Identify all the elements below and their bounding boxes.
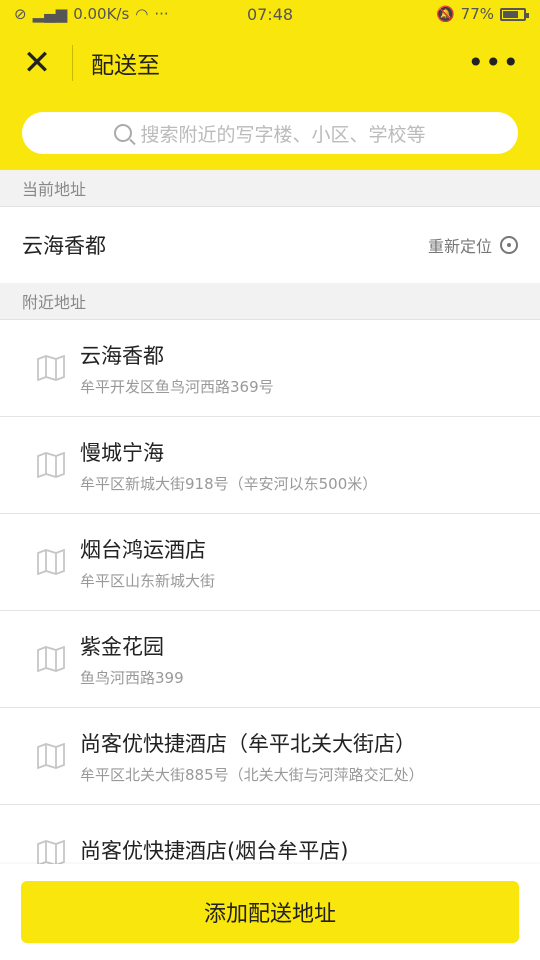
relocate-button[interactable]: 重新定位 bbox=[428, 233, 518, 257]
nearby-address-list: 云海香都 牟平开发区鱼鸟河西路369号 慢城宁海 牟平区新城大街918号（辛安河… bbox=[0, 320, 540, 902]
more-notifications-icon: ··· bbox=[154, 5, 169, 23]
map-icon bbox=[37, 452, 65, 478]
page-title: 配送至 bbox=[91, 53, 160, 79]
map-icon bbox=[37, 355, 65, 381]
battery-fill bbox=[503, 10, 519, 18]
item-text: 慢城宁海 牟平区新城大街918号（辛安河以东500米） bbox=[80, 437, 377, 494]
status-left: ⊘ ▂▄▆ 0.00K/s ◠ ··· bbox=[14, 5, 214, 23]
item-address: 牟平开发区鱼鸟河西路369号 bbox=[80, 377, 274, 396]
list-item[interactable]: 紫金花园 鱼鸟河西路399 bbox=[0, 611, 540, 708]
current-address-header: 当前地址 bbox=[0, 170, 540, 207]
list-item[interactable]: 烟台鸿运酒店 牟平区山东新城大街 bbox=[0, 514, 540, 611]
bottom-bar: 添加配送地址 bbox=[0, 864, 540, 960]
battery-icon bbox=[500, 7, 529, 21]
current-address-name: 云海香都 bbox=[22, 234, 106, 258]
status-right: 🔕 77% bbox=[326, 5, 529, 23]
header: ✕ 配送至 ••• bbox=[0, 28, 540, 98]
battery-percent: 77% bbox=[460, 5, 494, 23]
item-address: 牟平区北关大街885号（北关大街与河萍路交汇处） bbox=[80, 765, 424, 784]
item-address: 牟平区新城大街918号（辛安河以东500米） bbox=[80, 474, 378, 493]
item-name: 紫金花园 bbox=[80, 634, 164, 659]
item-text: 紫金花园 鱼鸟河西路399 bbox=[80, 631, 184, 688]
header-divider bbox=[72, 45, 73, 81]
no-sim-icon: ⊘ bbox=[14, 5, 27, 23]
item-name: 烟台鸿运酒店 bbox=[80, 537, 206, 562]
map-icon bbox=[37, 646, 65, 672]
search-placeholder: 搜索附近的写字楼、小区、学校等 bbox=[140, 123, 426, 146]
item-text: 烟台鸿运酒店 牟平区山东新城大街 bbox=[80, 534, 215, 591]
list-item[interactable]: 云海香都 牟平开发区鱼鸟河西路369号 bbox=[0, 320, 540, 417]
wifi-icon: ◠ bbox=[135, 5, 149, 23]
item-name: 慢城宁海 bbox=[80, 440, 164, 465]
search-icon bbox=[114, 124, 133, 142]
nearby-address-header: 附近地址 bbox=[0, 283, 540, 320]
more-button[interactable]: ••• bbox=[467, 49, 520, 77]
map-icon bbox=[37, 840, 65, 866]
list-item[interactable]: 尚客优快捷酒店（牟平北关大街店） 牟平区北关大街885号（北关大街与河萍路交汇处… bbox=[0, 708, 540, 805]
relocate-label: 重新定位 bbox=[427, 237, 492, 256]
list-item[interactable]: 慢城宁海 牟平区新城大街918号（辛安河以东500米） bbox=[0, 417, 540, 514]
signal-icon: ▂▄▆ bbox=[32, 5, 68, 23]
page: ⊘ ▂▄▆ 0.00K/s ◠ ··· 07:48 🔕 77% ✕ 配送至 ••… bbox=[0, 0, 540, 960]
locate-target-icon bbox=[500, 236, 518, 254]
item-text: 云海香都 牟平开发区鱼鸟河西路369号 bbox=[80, 340, 274, 397]
add-address-button[interactable]: 添加配送地址 bbox=[21, 881, 519, 943]
status-bar: ⊘ ▂▄▆ 0.00K/s ◠ ··· 07:48 🔕 77% bbox=[0, 0, 540, 28]
item-address: 牟平区山东新城大街 bbox=[80, 571, 216, 590]
item-address: 鱼鸟河西路399 bbox=[80, 668, 184, 687]
map-icon bbox=[37, 743, 65, 769]
search-input[interactable]: 搜索附近的写字楼、小区、学校等 bbox=[22, 112, 518, 154]
item-text: 尚客优快捷酒店（牟平北关大街店） 牟平区北关大街885号（北关大街与河萍路交汇处… bbox=[80, 728, 424, 785]
network-speed: 0.00K/s bbox=[73, 5, 130, 23]
item-name: 尚客优快捷酒店(烟台牟平店) bbox=[80, 839, 349, 863]
status-time: 07:48 bbox=[246, 4, 294, 24]
map-icon bbox=[37, 549, 65, 575]
close-button[interactable]: ✕ bbox=[20, 46, 54, 80]
search-wrap: 搜索附近的写字楼、小区、学校等 bbox=[0, 98, 540, 170]
mute-bell-icon: 🔕 bbox=[435, 5, 455, 23]
item-name: 尚客优快捷酒店（牟平北关大街店） bbox=[80, 731, 416, 756]
item-name: 云海香都 bbox=[80, 343, 164, 368]
current-address-row[interactable]: 云海香都 重新定位 bbox=[0, 207, 540, 283]
